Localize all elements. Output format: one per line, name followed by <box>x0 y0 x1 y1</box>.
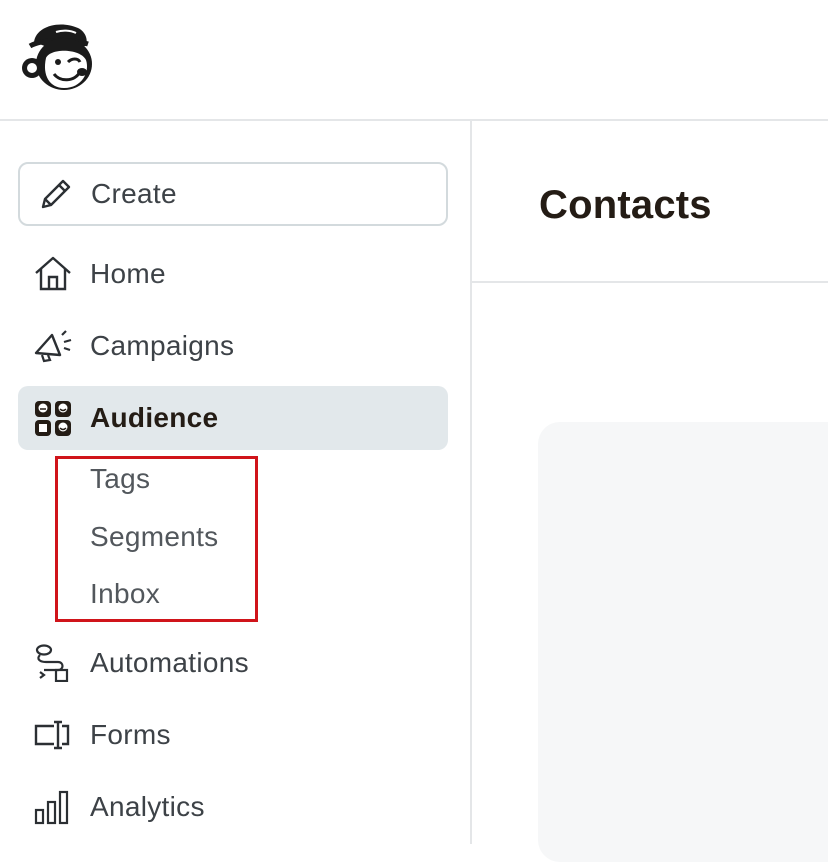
pencil-icon <box>38 178 74 212</box>
content-card <box>538 422 828 862</box>
sidebar-item-home[interactable]: Home <box>18 242 448 306</box>
analytics-icon <box>32 788 74 826</box>
main-header: Contacts <box>472 121 828 283</box>
create-button[interactable]: Create <box>18 162 448 226</box>
sidebar-item-automations[interactable]: Automations <box>18 631 448 695</box>
top-bar <box>0 0 828 121</box>
sidebar-subitem-segments[interactable]: Segments <box>90 521 218 553</box>
sidebar-item-label: Forms <box>90 719 171 750</box>
sidebar-item-label: Automations <box>90 647 249 678</box>
sidebar-item-audience[interactable]: Audience <box>18 386 448 450</box>
page-title: Contacts <box>539 183 712 227</box>
mailchimp-logo-icon[interactable] <box>20 18 98 96</box>
sidebar-subitem-inbox[interactable]: Inbox <box>90 578 160 610</box>
create-button-label: Create <box>91 178 177 209</box>
forms-icon <box>32 716 74 754</box>
sidebar: Create Home Campaigns Audience Tags Segm… <box>0 121 472 844</box>
sidebar-item-analytics[interactable]: Analytics <box>18 775 448 839</box>
automations-icon <box>32 644 74 682</box>
sidebar-item-label: Audience <box>90 402 219 433</box>
sidebar-item-label: Campaigns <box>90 330 235 361</box>
audience-icon <box>32 399 74 437</box>
sidebar-item-label: Home <box>90 258 166 289</box>
sidebar-item-forms[interactable]: Forms <box>18 703 448 767</box>
sidebar-item-label: Analytics <box>90 791 205 822</box>
home-icon <box>32 255 74 293</box>
megaphone-icon <box>32 327 74 365</box>
sidebar-item-campaigns[interactable]: Campaigns <box>18 314 448 378</box>
sidebar-subitem-tags[interactable]: Tags <box>90 463 150 495</box>
